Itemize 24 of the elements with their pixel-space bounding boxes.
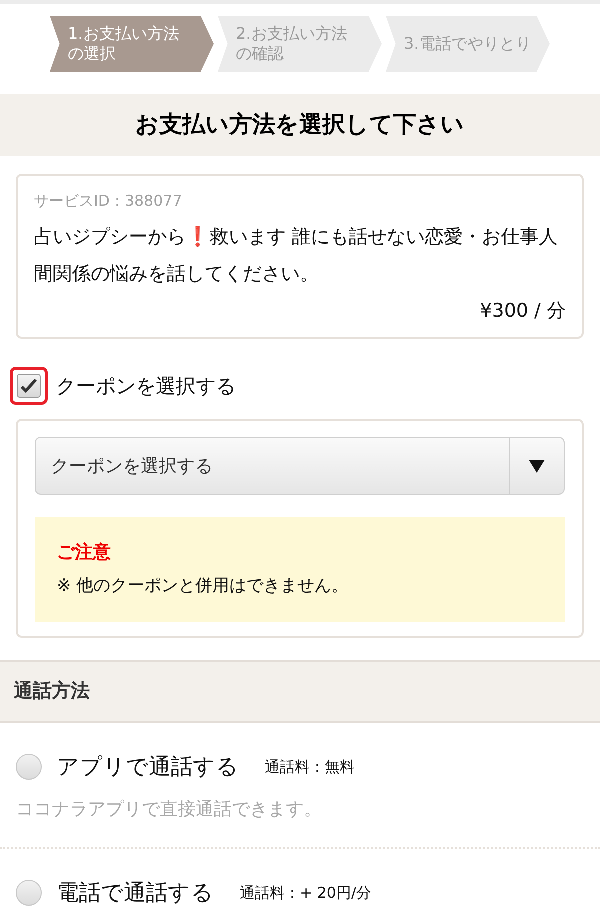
section-heading: 通話方法 <box>14 678 90 704</box>
dropdown-caret-icon <box>529 460 545 472</box>
page-title: お支払い方法を選択して下さい <box>136 110 464 140</box>
radio-button[interactable] <box>16 754 42 780</box>
step-label: 2.お支払い方法 <box>236 24 348 44</box>
notice-title: ご注意 <box>57 541 112 565</box>
radio-button[interactable] <box>16 880 42 906</box>
call-fee: 通話料：+ 20円/分 <box>240 882 372 904</box>
option-note: ココナラアプリで直接通話できます。 <box>16 798 323 822</box>
radio-label: アプリで通話する <box>57 754 239 782</box>
notice-text: ※ 他のクーポンと併用はできません。 <box>57 575 350 598</box>
price-text: ¥300 / 分 <box>480 298 566 324</box>
coupon-select[interactable]: クーポンを選択する <box>35 437 565 495</box>
service-id: サービスID：388077 <box>34 191 184 212</box>
check-icon <box>21 379 37 393</box>
call-fee: 通話料：無料 <box>265 756 355 778</box>
step-label: の選択 <box>68 44 117 64</box>
coupon-checkbox[interactable] <box>10 367 48 405</box>
radio-label: 電話で通話する <box>57 880 214 908</box>
step-label: 1.お支払い方法 <box>68 24 180 44</box>
service-description: 占いジプシーから❗救います 誰にも話せない恋愛・お仕事人間関係の悩みを話してください。 <box>34 224 560 286</box>
step-label: の確認 <box>236 44 285 64</box>
coupon-checkbox-label: クーポンを選択する <box>56 373 236 400</box>
step-label: 3.電話でやりとり <box>404 34 532 54</box>
